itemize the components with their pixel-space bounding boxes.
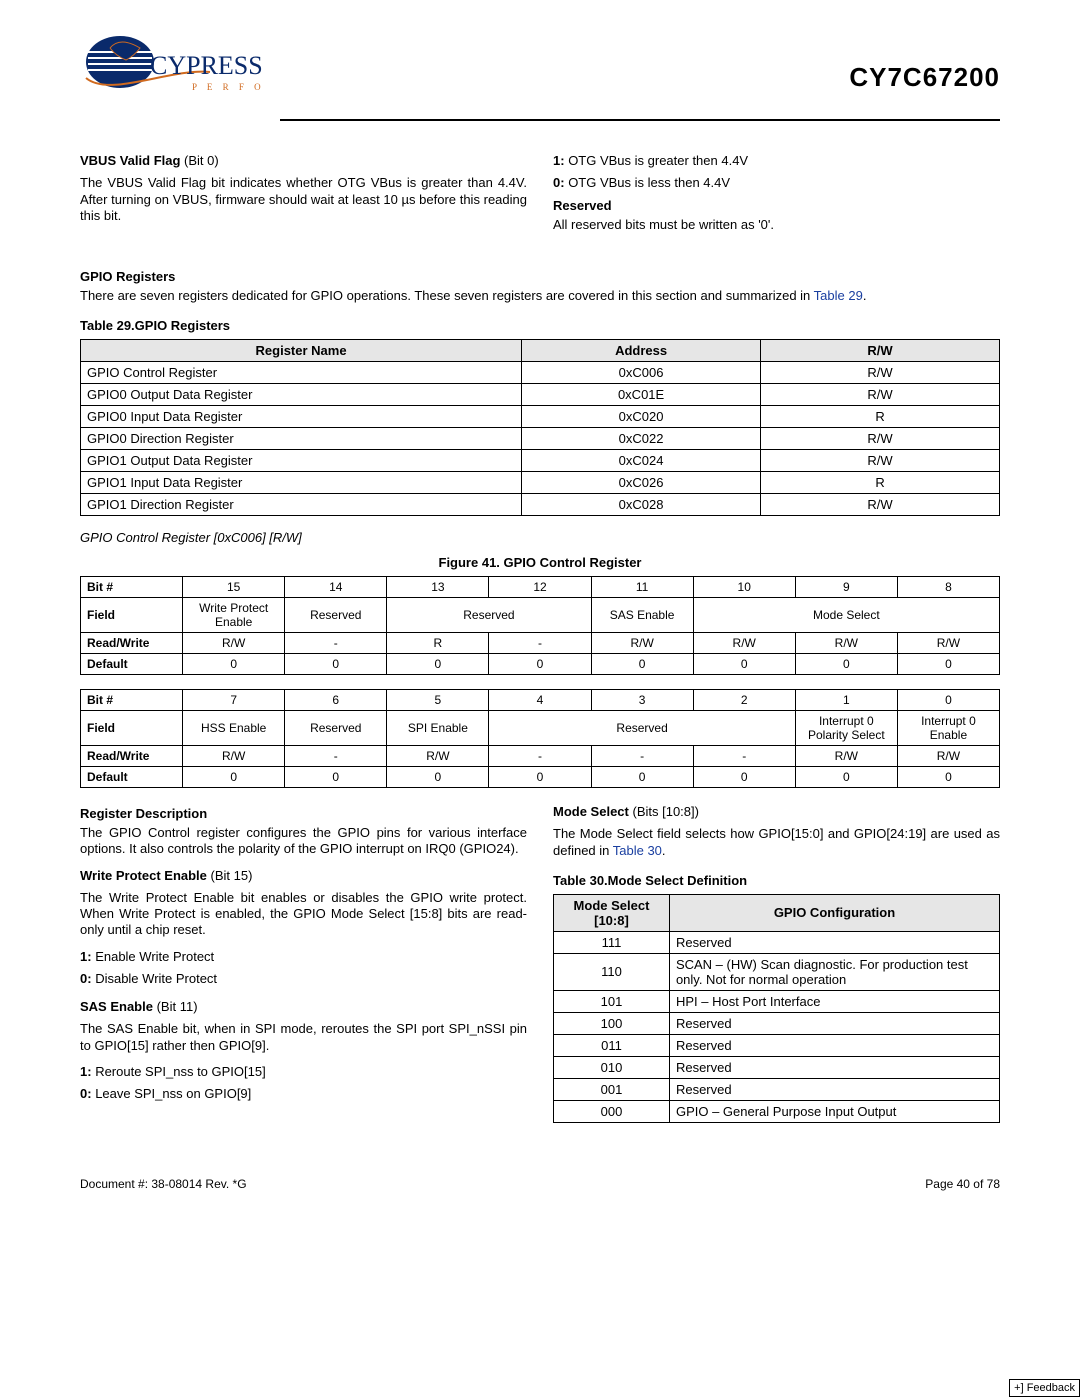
table30-link[interactable]: Table 30 xyxy=(613,843,662,858)
bit-label: Bit # xyxy=(81,577,183,598)
fig41-caption: Figure 41. GPIO Control Register xyxy=(80,555,1000,570)
cypress-logo-icon: CYPRESS P E R F O R M xyxy=(80,28,270,108)
table30: Mode Select [10:8] GPIO Configuration 11… xyxy=(553,894,1000,1123)
sas-bit: (Bit 11) xyxy=(157,999,198,1014)
page-footer: Document #: 38-08014 Rev. *G Page 40 of … xyxy=(80,1177,1000,1191)
wpe-body: The Write Protect Enable bit enables or … xyxy=(80,890,527,939)
gpio-reg-body-a: There are seven registers dedicated for … xyxy=(80,288,814,303)
t29-h0: Register Name xyxy=(81,340,522,362)
gpio-reg-body: There are seven registers dedicated for … xyxy=(80,288,1000,304)
wpe-v1: Enable Write Protect xyxy=(95,949,214,964)
mode-title: Mode Select xyxy=(553,804,629,819)
page-number: Page 40 of 78 xyxy=(925,1177,1000,1191)
gpio-reg-title: GPIO Registers xyxy=(80,269,1000,284)
reg-table-low: Bit # 7 6 5 4 3 2 1 0 Field HSS Enable R… xyxy=(80,689,1000,788)
bottom-two-col: Register Description The GPIO Control re… xyxy=(80,802,1000,1137)
vbus-body: The VBUS Valid Flag bit indicates whethe… xyxy=(80,175,527,224)
table30-caption: Table 30.Mode Select Definition xyxy=(553,873,1000,888)
vbus-val0-b: 0: xyxy=(553,175,565,190)
t30-h1: GPIO Configuration xyxy=(669,894,999,931)
reg-desc-title: Register Description xyxy=(80,806,527,821)
page-content: CYPRESS P E R F O R M CY7C67200 VBUS Val… xyxy=(0,0,1080,1211)
col-left-bottom: Register Description The GPIO Control re… xyxy=(80,802,527,1137)
vbus-title: VBUS Valid Flag xyxy=(80,153,180,168)
mode-body: The Mode Select field selects how GPIO[1… xyxy=(553,826,1000,859)
sas-v0: Leave SPI_nss on GPIO[9] xyxy=(95,1086,251,1101)
wpe-bit: (Bit 15) xyxy=(211,868,253,883)
table29-link[interactable]: Table 29 xyxy=(814,288,863,303)
t29-h1: Address xyxy=(522,340,761,362)
vbus-val0: OTG VBus is less then 4.4V xyxy=(568,175,730,190)
vbus-val1-b: 1: xyxy=(553,153,565,168)
top-two-col: VBUS Valid Flag (Bit 0) The VBUS Valid F… xyxy=(80,151,1000,243)
reserved-body: All reserved bits must be written as '0'… xyxy=(553,217,1000,233)
page-header: CYPRESS P E R F O R M CY7C67200 xyxy=(80,28,1000,111)
doc-number: Document #: 38-08014 Rev. *G xyxy=(80,1177,247,1191)
gpio-reg-body-b: . xyxy=(863,288,867,303)
mode-bit: (Bits [10:8]) xyxy=(632,804,698,819)
vbus-bit: (Bit 0) xyxy=(184,153,219,168)
logo-brand-text: CYPRESS xyxy=(150,51,263,80)
logo: CYPRESS P E R F O R M xyxy=(80,28,270,111)
feedback-button[interactable]: +] Feedback xyxy=(1009,1379,1080,1397)
table29-caption: Table 29.GPIO Registers xyxy=(80,318,1000,333)
col-left-top: VBUS Valid Flag (Bit 0) The VBUS Valid F… xyxy=(80,151,527,243)
reserved-title: Reserved xyxy=(553,198,1000,213)
table29: Register Name Address R/W GPIO Control R… xyxy=(80,339,1000,516)
part-number: CY7C67200 xyxy=(849,28,1000,93)
col-right-bottom: Mode Select (Bits [10:8]) The Mode Selec… xyxy=(553,802,1000,1137)
t29-h2: R/W xyxy=(761,340,1000,362)
wpe-title: Write Protect Enable xyxy=(80,868,207,883)
header-rule xyxy=(280,119,1000,121)
col-right-top: 1: OTG VBus is greater then 4.4V 0: OTG … xyxy=(553,151,1000,243)
logo-tagline-text: P E R F O R M xyxy=(192,82,270,92)
sas-v1: Reroute SPI_nss to GPIO[15] xyxy=(95,1064,266,1079)
gpio-ctrl-subtitle: GPIO Control Register [0xC006] [R/W] xyxy=(80,530,1000,545)
wpe-v0: Disable Write Protect xyxy=(95,971,217,986)
sas-title: SAS Enable xyxy=(80,999,153,1014)
reg-desc-body: The GPIO Control register configures the… xyxy=(80,825,527,858)
vbus-val1: OTG VBus is greater then 4.4V xyxy=(568,153,748,168)
reg-table-high: Bit # 15 14 13 12 11 10 9 8 Field Write … xyxy=(80,576,1000,675)
sas-body: The SAS Enable bit, when in SPI mode, re… xyxy=(80,1021,527,1054)
t30-h0: Mode Select [10:8] xyxy=(554,894,670,931)
